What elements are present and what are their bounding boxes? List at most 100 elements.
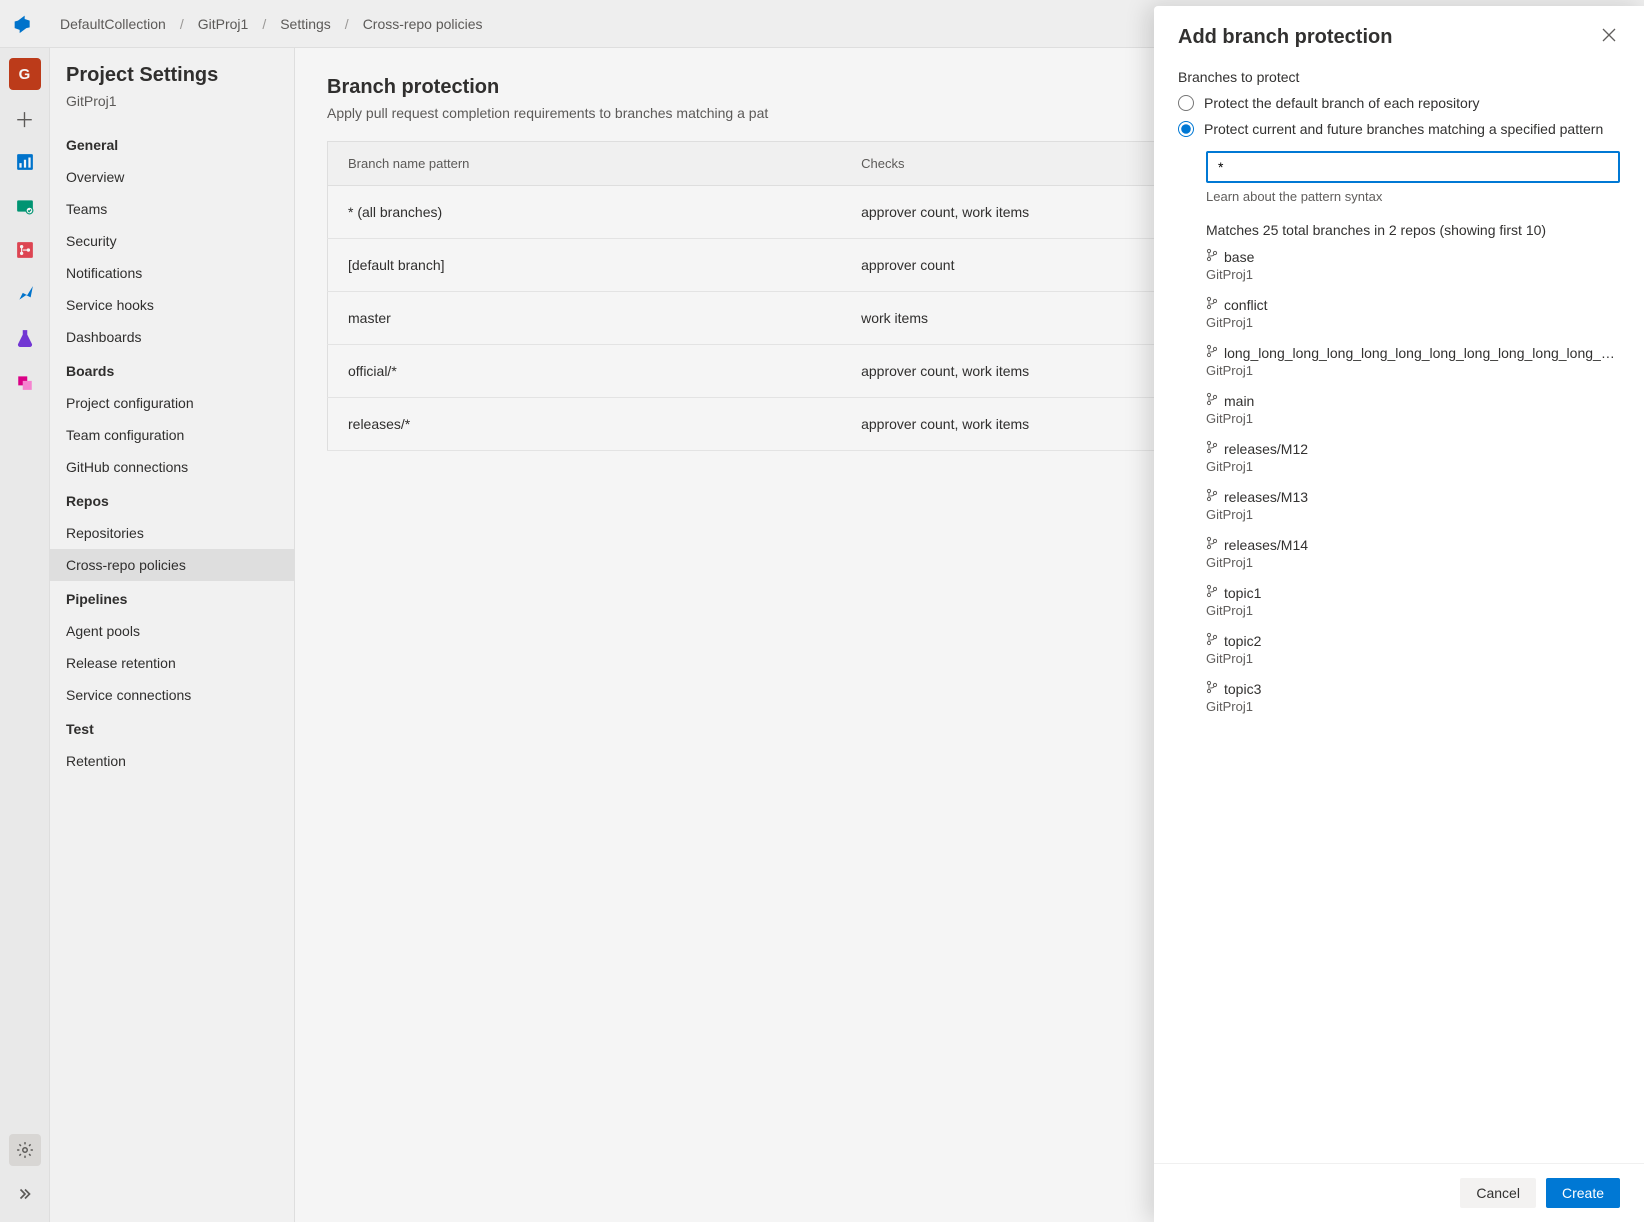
branch-match-item[interactable]: long_long_long_long_long_long_long_long_… (1206, 344, 1620, 378)
left-rail: G ＋ (0, 48, 50, 1222)
branch-icon (1206, 344, 1218, 361)
branch-match-item[interactable]: conflictGitProj1 (1206, 296, 1620, 330)
sidebar-item[interactable]: Service connections (50, 679, 294, 711)
branch-name: base (1224, 249, 1254, 265)
branch-icon (1206, 680, 1218, 697)
add-branch-protection-panel: Add branch protection Branches to protec… (1154, 6, 1644, 1222)
branches-to-protect-label: Branches to protect (1178, 69, 1620, 85)
learn-pattern-syntax-link[interactable]: Learn about the pattern syntax (1206, 189, 1620, 204)
sidebar-item[interactable]: GitHub connections (50, 451, 294, 483)
branch-name: topic1 (1224, 585, 1261, 601)
branch-repo: GitProj1 (1206, 555, 1620, 570)
pipelines-icon[interactable] (9, 278, 41, 310)
sidebar-section-heading: Test (50, 711, 294, 745)
boards-icon[interactable] (9, 190, 41, 222)
sidebar-item[interactable]: Security (50, 225, 294, 257)
expand-icon[interactable] (9, 1178, 41, 1210)
pattern-cell: releases/* (328, 398, 842, 451)
radio-protect-pattern-input[interactable] (1178, 121, 1194, 137)
pattern-cell: [default branch] (328, 239, 842, 292)
sidebar-item[interactable]: Agent pools (50, 615, 294, 647)
branch-name: conflict (1224, 297, 1268, 313)
radio-protect-default-label: Protect the default branch of each repos… (1204, 95, 1480, 111)
breadcrumb-item[interactable]: GitProj1 (194, 16, 253, 32)
repos-icon[interactable] (9, 234, 41, 266)
project-avatar[interactable]: G (9, 58, 41, 90)
settings-icon[interactable] (9, 1134, 41, 1166)
sidebar-section-heading: General (50, 127, 294, 161)
pattern-input[interactable] (1206, 151, 1620, 183)
radio-protect-pattern[interactable]: Protect current and future branches matc… (1178, 121, 1620, 137)
branch-name: long_long_long_long_long_long_long_long_… (1224, 345, 1620, 361)
branch-repo: GitProj1 (1206, 507, 1620, 522)
breadcrumb-sep: / (252, 16, 276, 32)
sidebar-item[interactable]: Retention (50, 745, 294, 777)
pattern-cell: official/* (328, 345, 842, 398)
sidebar-section-heading: Pipelines (50, 581, 294, 615)
branch-match-item[interactable]: topic1 GitProj1 (1206, 584, 1620, 618)
branch-match-item[interactable]: main GitProj1 (1206, 392, 1620, 426)
radio-protect-default[interactable]: Protect the default branch of each repos… (1178, 95, 1620, 111)
sidebar-item[interactable]: Teams (50, 193, 294, 225)
branch-name: releases/M13 (1224, 489, 1308, 505)
branch-name: main (1224, 393, 1254, 409)
branch-match-item[interactable]: releases/M13 GitProj1 (1206, 488, 1620, 522)
breadcrumb-item[interactable]: Settings (276, 16, 335, 32)
branch-match-item[interactable]: releases/M14 GitProj1 (1206, 536, 1620, 570)
branch-icon (1206, 248, 1218, 265)
sidebar-item[interactable]: Release retention (50, 647, 294, 679)
sidebar-item[interactable]: Service hooks (50, 289, 294, 321)
create-button[interactable]: Create (1546, 1178, 1620, 1208)
breadcrumb-item[interactable]: DefaultCollection (56, 16, 170, 32)
branch-name: topic2 (1224, 633, 1261, 649)
radio-protect-default-input[interactable] (1178, 95, 1194, 111)
sidebar-item[interactable]: Overview (50, 161, 294, 193)
sidebar-title: Project Settings (50, 64, 294, 93)
sidebar-item[interactable]: Project configuration (50, 387, 294, 419)
cancel-button[interactable]: Cancel (1460, 1178, 1536, 1208)
branch-icon (1206, 536, 1218, 553)
branch-name: releases/M12 (1224, 441, 1308, 457)
sidebar-section-heading: Repos (50, 483, 294, 517)
sidebar-project-name: GitProj1 (50, 93, 294, 127)
branch-repo: GitProj1 (1206, 459, 1620, 474)
branch-name: releases/M14 (1224, 537, 1308, 553)
branch-icon (1206, 440, 1218, 457)
breadcrumb-item[interactable]: Cross-repo policies (359, 16, 487, 32)
sidebar-item[interactable]: Dashboards (50, 321, 294, 353)
branch-match-item[interactable]: baseGitProj1 (1206, 248, 1620, 282)
branch-matches-list: baseGitProj1conflictGitProj1long_long_lo… (1206, 248, 1620, 714)
branch-repo: GitProj1 (1206, 603, 1620, 618)
branch-icon (1206, 584, 1218, 601)
column-header[interactable]: Branch name pattern (328, 142, 842, 186)
branch-icon (1206, 632, 1218, 649)
branch-icon (1206, 392, 1218, 409)
matches-summary: Matches 25 total branches in 2 repos (sh… (1206, 222, 1620, 238)
artifacts-icon[interactable] (9, 366, 41, 398)
sidebar-item[interactable]: Repositories (50, 517, 294, 549)
branch-repo: GitProj1 (1206, 411, 1620, 426)
sidebar-item[interactable]: Team configuration (50, 419, 294, 451)
close-icon[interactable] (1598, 24, 1620, 51)
azure-devops-logo[interactable] (10, 11, 36, 37)
breadcrumb-sep: / (170, 16, 194, 32)
overview-icon[interactable] (9, 146, 41, 178)
branch-match-item[interactable]: topic3GitProj1 (1206, 680, 1620, 714)
sidebar-item[interactable]: Notifications (50, 257, 294, 289)
branch-match-item[interactable]: releases/M12 GitProj1 (1206, 440, 1620, 474)
add-icon[interactable]: ＋ (9, 102, 41, 134)
test-plans-icon[interactable] (9, 322, 41, 354)
pattern-cell: master (328, 292, 842, 345)
radio-protect-pattern-label: Protect current and future branches matc… (1204, 121, 1603, 137)
branch-icon (1206, 488, 1218, 505)
branch-icon (1206, 296, 1218, 313)
sidebar-item[interactable]: Cross-repo policies (50, 549, 294, 581)
panel-title: Add branch protection (1178, 26, 1392, 49)
settings-sidebar: Project Settings GitProj1 GeneralOvervie… (50, 48, 295, 1222)
sidebar-section-heading: Boards (50, 353, 294, 387)
branch-repo: GitProj1 (1206, 699, 1620, 714)
pattern-cell: * (all branches) (328, 186, 842, 239)
branch-match-item[interactable]: topic2 GitProj1 (1206, 632, 1620, 666)
branch-repo: GitProj1 (1206, 651, 1620, 666)
branch-repo: GitProj1 (1206, 363, 1620, 378)
